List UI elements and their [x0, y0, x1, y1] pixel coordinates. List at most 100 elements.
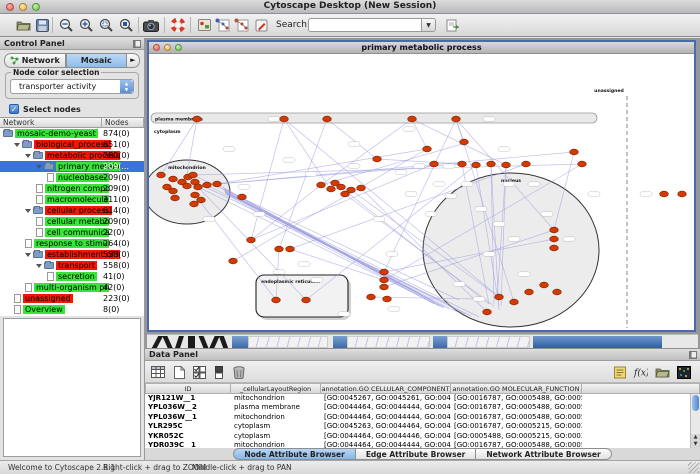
network-node[interactable] — [157, 172, 166, 178]
select-nodes-checkbox[interactable]: ✓ — [9, 104, 19, 114]
network-node[interactable] — [189, 172, 198, 178]
network-node[interactable] — [472, 162, 481, 168]
background-window-preview[interactable] — [347, 336, 430, 348]
network-node[interactable] — [183, 183, 192, 189]
zoom-out-icon[interactable] — [57, 16, 75, 34]
float-data-panel-icon[interactable] — [689, 351, 697, 359]
zoom-in-icon[interactable] — [77, 16, 95, 34]
network-node[interactable] — [380, 277, 389, 283]
tree-row-cellular-process[interactable]: cellular process614(0) — [0, 205, 144, 216]
network-view-titlebar[interactable]: primary metabolic process — [149, 42, 694, 54]
column-header-annotation.GO CELLULAR_COMPONENT[interactable]: annotation.GO CELLULAR_COMPONENT — [321, 383, 451, 394]
snapshot-camera-icon[interactable] — [142, 16, 160, 34]
layout-network-blue-icon[interactable] — [213, 16, 231, 34]
network-node[interactable] — [213, 181, 222, 187]
network-node[interactable] — [169, 176, 178, 182]
tree-row-overview[interactable]: Overview8(0) — [0, 304, 144, 315]
disclosure-triangle-icon[interactable] — [36, 264, 42, 268]
network-node[interactable] — [495, 294, 504, 300]
select-attributes-icon[interactable] — [191, 364, 207, 380]
search-advanced-icon[interactable] — [443, 16, 461, 34]
network-node[interactable] — [408, 116, 417, 122]
disclosure-triangle-icon[interactable] — [14, 143, 20, 147]
tree-row-nucleobase-[interactable]: nucleobase-209(0) — [0, 172, 144, 183]
attribute-matrix-icon[interactable] — [676, 364, 692, 380]
network-node[interactable] — [430, 161, 439, 167]
tab-edge-attribute-browser[interactable]: Edge Attribute Browser — [356, 448, 477, 460]
tabs-overflow-arrow[interactable]: ► — [127, 53, 140, 68]
node-color-dropdown[interactable]: transporter activity ▲▼ — [10, 79, 134, 94]
tree-row-establishment-of-lo[interactable]: establishment of lo558(0) — [0, 249, 144, 260]
network-node[interactable] — [383, 296, 392, 302]
tree-row-primary-metabo[interactable]: primary metabo209(... — [0, 161, 144, 172]
tree-row-macromolecule[interactable]: macromolecule311(0) — [0, 194, 144, 205]
network-node[interactable] — [570, 149, 579, 155]
network-node[interactable] — [238, 194, 247, 200]
network-node[interactable] — [380, 269, 389, 275]
tab-mosaic[interactable]: Mosaic — [66, 53, 128, 68]
birds-eye-view[interactable] — [3, 318, 141, 457]
zoom-fit-icon[interactable] — [117, 16, 135, 34]
unselect-attributes-icon[interactable] — [211, 364, 227, 380]
tree-row-unassigned[interactable]: unassigned223(0) — [0, 293, 144, 304]
network-node[interactable] — [578, 161, 587, 167]
network-node[interactable] — [203, 182, 212, 188]
network-node[interactable] — [323, 116, 332, 122]
network-node[interactable] — [423, 146, 432, 152]
network-node[interactable] — [247, 237, 256, 243]
disclosure-triangle-icon[interactable] — [25, 154, 31, 158]
save-icon[interactable] — [33, 16, 51, 34]
import-attributes-icon[interactable] — [654, 364, 670, 380]
search-input[interactable] — [308, 18, 421, 32]
network-node[interactable] — [169, 188, 178, 194]
tree-row-metabolic-process[interactable]: metabolic process280(0) — [0, 150, 144, 161]
network-node[interactable] — [550, 236, 559, 242]
network-node[interactable] — [660, 191, 669, 197]
tree-row-nitrogen-compo[interactable]: nitrogen compo209(0) — [0, 183, 144, 194]
network-node[interactable] — [357, 185, 366, 191]
network-node[interactable] — [286, 246, 295, 252]
attribute-table-icon[interactable] — [150, 364, 166, 380]
table-row-YDR039C__1[interactable]: YDR039C__1mitochondrion[GO:0044464, GO:0… — [145, 441, 700, 448]
column-header-filler[interactable] — [582, 383, 700, 394]
background-window-preview[interactable] — [248, 336, 328, 348]
annotation-icon[interactable] — [195, 16, 213, 34]
disclosure-triangle-icon[interactable] — [25, 253, 31, 257]
network-node[interactable] — [229, 258, 238, 264]
tree-header-network[interactable]: Network — [0, 118, 102, 128]
network-node[interactable] — [341, 191, 350, 197]
network-node[interactable] — [510, 299, 519, 305]
network-node[interactable] — [197, 197, 206, 203]
float-panel-icon[interactable] — [133, 40, 141, 48]
column-header-ID[interactable]: ID — [145, 383, 231, 394]
tree-row-biological-process[interactable]: biological_process651(0) — [0, 139, 144, 150]
network-node[interactable] — [302, 297, 311, 303]
network-node[interactable] — [452, 116, 461, 122]
tree-header-nodes[interactable]: Nodes — [102, 118, 144, 128]
network-node[interactable] — [458, 161, 467, 167]
background-window-titlebar[interactable] — [333, 336, 347, 348]
network-node[interactable] — [194, 184, 203, 190]
network-node[interactable] — [191, 192, 200, 198]
network-node[interactable] — [550, 227, 559, 233]
network-node[interactable] — [483, 309, 492, 315]
network-node[interactable] — [487, 161, 496, 167]
edit-network-icon[interactable] — [252, 16, 270, 34]
network-canvas[interactable]: plasma membrane cytoplasm mitochondrion … — [149, 54, 694, 330]
network-node[interactable] — [522, 161, 531, 167]
table-row-YJR121W__1[interactable]: YJR121W__1mitochondrion[GO:0045267, GO:0… — [145, 394, 700, 403]
resize-grip[interactable] — [688, 462, 699, 473]
network-node[interactable] — [678, 191, 687, 197]
column-header-annotation.GO MOLECULAR_FUNCTION[interactable]: annotation.GO MOLECULAR_FUNCTION — [451, 383, 582, 394]
annotation-notes-icon[interactable] — [612, 364, 628, 380]
background-window-preview[interactable] — [447, 336, 530, 348]
tab-network-attribute-browser[interactable]: Network Attribute Browser — [476, 448, 611, 460]
background-window-titlebar[interactable] — [533, 336, 662, 348]
disclosure-triangle-icon[interactable] — [36, 165, 42, 169]
network-node[interactable] — [272, 297, 281, 303]
network-node[interactable] — [275, 246, 284, 252]
tree-row-mosaic-demo-yeast[interactable]: mosaic-demo-yeast874(0) — [0, 128, 144, 139]
tree-row-multi-organism-pro[interactable]: multi-organism pro42(0) — [0, 282, 144, 293]
search-dropdown-button[interactable]: ▼ — [421, 18, 436, 32]
layout-network-red-icon[interactable] — [232, 16, 250, 34]
